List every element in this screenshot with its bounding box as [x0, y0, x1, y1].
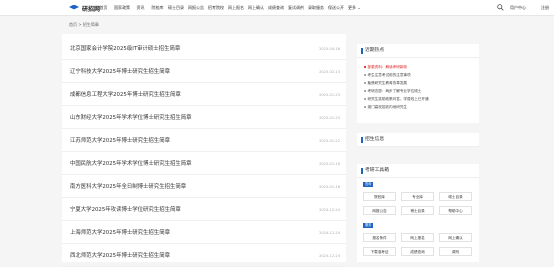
- list-item[interactable]: 宁夏大学2025年攻读博士学位研究生招生简章 2024-12-24: [62, 198, 346, 221]
- hot-topic-item[interactable]: 考研志愿：两步了解专业学位硕士: [364, 89, 421, 94]
- admission-info-header: 招生信息: [357, 133, 479, 147]
- nav-item-adjustment[interactable]: 复试调剂: [286, 4, 306, 12]
- nav-item-home[interactable]: 首页: [95, 4, 112, 12]
- hot-topic-text: 考研志愿：两步了解专业学位硕士: [367, 89, 422, 93]
- tool-button[interactable]: 调剂: [439, 247, 472, 256]
- article-title[interactable]: 成都信息工程大学2025年博士研究生招生简章: [70, 91, 181, 99]
- tool-button[interactable]: 博士目录: [401, 206, 434, 215]
- bullet-icon: [364, 82, 366, 84]
- accent-bar: [361, 168, 363, 174]
- bullet-icon: [364, 98, 366, 100]
- accent-bar: [361, 48, 363, 54]
- article-date: 2025-01-16: [319, 185, 340, 189]
- article-title[interactable]: 南方医科大学2025年全日制博士研究生招生简章: [70, 183, 186, 191]
- logo-icon: [69, 4, 79, 10]
- hot-topics-panel: 近期热点 部委资料：解读考研新政 考生注意考试前的注意事项 聚焦研究生教育改革发…: [357, 44, 479, 123]
- article-title[interactable]: 西北师范大学2025年博士研究生招生简章: [70, 252, 170, 260]
- article-title[interactable]: 辽宁科技大学2025年博士研究生招生简章: [70, 68, 170, 76]
- list-item[interactable]: 西北师范大学2025年博士研究生招生简章 2024-12-24: [62, 244, 346, 267]
- nav-item-news[interactable]: 资讯: [132, 4, 149, 12]
- nav-item-catalog[interactable]: 硕士目录: [166, 4, 186, 12]
- list-item[interactable]: 中国民航大学2025年学术学位博士研究生招生简章 2025-01-16: [62, 152, 346, 175]
- article-date: 2025-01-16: [319, 162, 340, 166]
- nav-item-announcements[interactable]: 网报公告: [186, 4, 206, 12]
- nav-item-policy[interactable]: 国家政策: [112, 4, 132, 12]
- breadcrumb: 首页 > 招生简章: [69, 22, 99, 27]
- tool-button[interactable]: 网上确认: [439, 233, 472, 242]
- top-navbar: 研招网 首页 国家政策 资讯 院校库 硕士目录 网报公告 招考院校 网上报名 网…: [0, 0, 554, 16]
- tool-button[interactable]: 网上报名: [401, 233, 434, 242]
- tool-button[interactable]: 报名条件: [363, 233, 396, 242]
- exam-toolbox-title: 考研工具箱: [365, 168, 389, 173]
- list-item[interactable]: 上海师范大学2025年博士研究生招生简章 2024-12-24: [62, 221, 346, 244]
- nav-more-dropdown[interactable]: 更多 ⌄: [348, 4, 361, 12]
- article-date: 2025-02-13: [319, 70, 340, 74]
- register-link[interactable]: 注册: [541, 4, 549, 12]
- accent-bar: [361, 137, 363, 143]
- hot-topic-item[interactable]: 澳门高校招收内地研究生: [364, 105, 407, 110]
- article-title[interactable]: 中国民航大学2025年学术学位博士研究生招生简章: [70, 160, 192, 168]
- hot-topic-text: 研究生奖助政策问答，学费线上已开通: [367, 97, 429, 101]
- article-date: 2025-04-16: [319, 47, 340, 51]
- list-item[interactable]: 山东财经大学2025年学术学位博士研究生招生简章 2025-01-23: [62, 106, 346, 129]
- tools-group-service-tag: 服务: [363, 223, 374, 228]
- tool-button[interactable]: 成绩查询: [401, 247, 434, 256]
- hot-topic-item[interactable]: 研究生奖助政策问答，学费线上已开通: [364, 97, 429, 102]
- article-title[interactable]: 上海师范大学2025年博士研究生招生简章: [70, 229, 170, 237]
- article-date: 2024-12-24: [319, 208, 340, 212]
- nav-item-schools[interactable]: 院校库: [149, 4, 166, 12]
- tool-button[interactable]: 网报公告: [363, 206, 396, 215]
- article-date: 2025-01-23: [319, 93, 340, 97]
- bullet-icon: [364, 106, 366, 108]
- list-item[interactable]: 北京国家会计学院2025级IT审计硕士招生简章 2025-04-16: [62, 37, 346, 60]
- list-item[interactable]: 南方医科大学2025年全日制博士研究生招生简章 2025-01-16: [62, 175, 346, 198]
- hot-topic-text: 聚焦研究生教育改革发展: [367, 81, 408, 85]
- nav-item-score-query[interactable]: 成绩查询: [266, 4, 286, 12]
- tool-button[interactable]: 院校库: [363, 192, 396, 201]
- hot-topics-title: 近期热点: [365, 48, 385, 53]
- exam-toolbox-header: 考研工具箱: [357, 164, 479, 178]
- article-title[interactable]: 宁夏大学2025年攻读博士学位研究生招生简章: [70, 206, 181, 214]
- user-center-link[interactable]: 用户中心: [510, 4, 526, 12]
- list-item[interactable]: 江苏师范大学2025年博士研究生招生简章 2025-01-22: [62, 129, 346, 152]
- article-title[interactable]: 北京国家会计学院2025级IT审计硕士招生简章: [70, 45, 180, 53]
- bullet-icon: [364, 66, 366, 68]
- hot-topic-text: 考生注意考试前的注意事项: [367, 73, 411, 77]
- tool-button[interactable]: 专业库: [401, 192, 434, 201]
- exam-toolbox-panel: 考研工具箱 查询 院校库 专业库 硕士目录 网报公告 博士目录 帮助中心 服务 …: [357, 164, 479, 262]
- nav-item-exam-schools[interactable]: 招考院校: [206, 4, 226, 12]
- hot-topics-header: 近期热点: [357, 44, 479, 58]
- article-date: 2025-01-22: [319, 139, 340, 143]
- tool-button[interactable]: 帮助中心: [439, 206, 472, 215]
- nav-item-recommend[interactable]: 保送公开: [326, 4, 346, 12]
- article-date: 2024-12-24: [319, 254, 340, 258]
- bullet-icon: [364, 74, 366, 76]
- tools-group-query-tag: 查询: [363, 182, 374, 187]
- bullet-icon: [364, 90, 366, 92]
- article-date: 2025-01-23: [319, 116, 340, 120]
- main-nav: 首页 国家政策 资讯 院校库 硕士目录 网报公告 招考院校 网上报名 网上确认 …: [95, 4, 361, 12]
- list-item[interactable]: 辽宁科技大学2025年博士研究生招生简章 2025-02-13: [62, 60, 346, 83]
- hot-topic-text: 澳门高校招收内地研究生: [367, 105, 408, 109]
- admission-info-title: 招生信息: [365, 137, 385, 142]
- article-title[interactable]: 江苏师范大学2025年博士研究生招生简章: [70, 137, 170, 145]
- tool-button[interactable]: 硕士目录: [439, 192, 472, 201]
- list-item[interactable]: 成都信息工程大学2025年博士研究生招生简章 2025-01-23: [62, 83, 346, 106]
- article-title[interactable]: 山东财经大学2025年学术学位博士研究生招生简章: [70, 114, 192, 122]
- search-icon[interactable]: [497, 4, 504, 11]
- article-list: 北京国家会计学院2025级IT审计硕士招生简章 2025-04-16 辽宁科技大…: [62, 34, 346, 267]
- article-date: 2024-12-24: [319, 231, 340, 235]
- tool-button[interactable]: 下载准考证: [363, 247, 396, 256]
- hot-topic-item[interactable]: 部委资料：解读考研新政: [364, 65, 407, 70]
- nav-item-online-register[interactable]: 网上报名: [226, 4, 246, 12]
- hot-topic-text: 部委资料：解读考研新政: [367, 65, 408, 69]
- admission-info-panel[interactable]: 招生信息: [357, 133, 479, 147]
- hot-topic-item[interactable]: 考生注意考试前的注意事项: [364, 73, 411, 78]
- nav-item-online-confirm[interactable]: 网上确认: [246, 4, 266, 12]
- hot-topic-item[interactable]: 聚焦研究生教育改革发展: [364, 81, 407, 86]
- nav-item-admission[interactable]: 录取服务: [306, 4, 326, 12]
